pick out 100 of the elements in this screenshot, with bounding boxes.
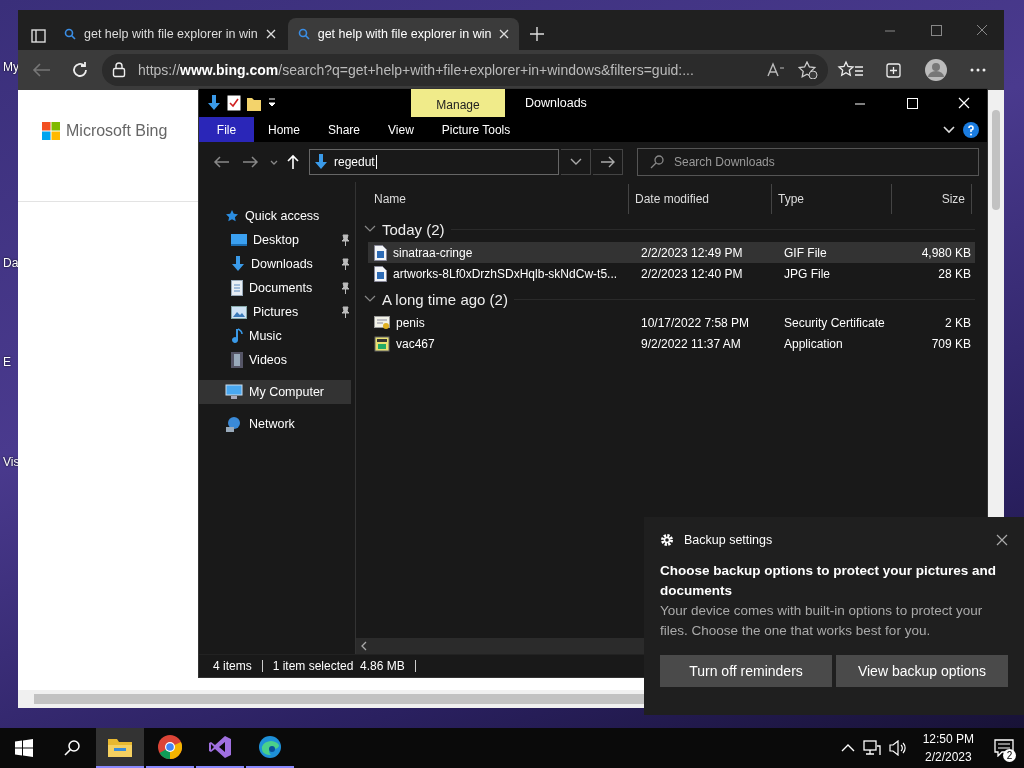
help-icon[interactable] [963,121,979,138]
column-header[interactable]: Type [772,184,892,214]
file-name: penis [396,315,425,330]
computer-icon [225,384,243,400]
nav-item[interactable]: My Computer [199,380,351,404]
chrome-icon[interactable] [158,735,182,759]
search-icon [650,155,664,169]
file-row[interactable]: sinatraa-cringe 2/2/2023 12:49 PM GIF File 4,980 KB [368,242,975,263]
ribbon-tab[interactable]: View [374,117,428,142]
file-name: sinatraa-cringe [393,245,473,260]
properties-icon[interactable] [227,95,241,111]
start-icon[interactable] [15,739,33,757]
document-icon [231,280,243,296]
lock-icon [112,62,126,78]
nav-item[interactable]: Quick access [199,204,351,228]
table-cell: 28 KB [938,266,971,281]
search-field[interactable]: Search Downloads [637,148,979,176]
table-cell: 9/2/2022 11:37 AM [641,336,741,351]
music-note-icon [231,328,243,344]
column-header[interactable]: Date modified [629,184,772,214]
file-name: artworks-8Lf0xDrzhSDxHqlb-skNdCw-t5... [393,266,618,281]
group-header[interactable]: A long time ago (2) [382,290,508,308]
table-cell: 4,980 KB [921,245,971,260]
browser-tab[interactable]: get help with file explorer in win [54,18,286,50]
caret-icon[interactable] [267,97,277,109]
ribbon-tab[interactable]: Home [254,117,314,142]
table-cell: 709 KB [931,336,971,351]
network-icon [225,416,243,432]
table-cell: 2/2/2023 12:49 PM [641,245,743,260]
notification-button[interactable]: View backup options [836,655,1008,687]
nav-item[interactable]: Videos [199,348,351,372]
status-text: 4 items [213,659,252,673]
image-file-icon [374,244,387,261]
pin-icon [339,234,351,246]
desktop-icon-label[interactable]: E [3,355,11,369]
column-header[interactable]: Size [892,184,972,214]
notification-title: Choose backup options to protect your pictures and documents [660,562,998,600]
add-favorite-icon[interactable] [798,61,818,79]
edge-icon[interactable] [258,735,282,759]
file-row[interactable]: vac467 9/2/2022 11:37 AM Application 709 KB [368,333,975,354]
nav-item[interactable]: Downloads [199,252,351,276]
download-arrow-icon [314,154,328,170]
chevron-down-icon[interactable] [943,124,955,135]
pin-icon [339,258,351,270]
search-icon [297,28,310,40]
column-header[interactable]: Name [356,184,629,214]
ribbon-tab[interactable]: Share [314,117,375,142]
chevron-up-icon[interactable] [840,743,855,753]
desktop-icon-label[interactable]: Da [3,256,19,270]
film-icon [231,352,243,368]
group-header[interactable]: Today (2) [382,220,445,238]
nav-item[interactable]: Documents [199,276,351,300]
file-menu-tab[interactable]: File [199,117,254,142]
nav-item[interactable]: Music [199,324,351,348]
file-row[interactable]: penis 10/17/2022 7:58 PM Security Certificate 2 KB [368,312,975,333]
dropdown-caret-icon[interactable] [569,157,582,167]
nav-item[interactable]: Desktop [199,228,351,252]
status-text: 1 item selected 4.86 MB [272,659,405,673]
visual-studio-icon[interactable] [208,735,232,759]
clock[interactable]: 12:50 PM 2/2/2023 [912,728,984,768]
site-logo-text[interactable]: Microsoft Bing [66,122,168,140]
application-icon [374,335,390,352]
desktop-icon [231,233,247,247]
notification-body: Your device comes with built-in options to protect your files. Choose the one that works best for you. [660,602,984,640]
table-cell: Security Certificate [784,315,885,330]
image-file-icon [374,265,387,282]
notification-button[interactable]: Turn off reminders [660,655,832,687]
context-tab-header: Manage [411,89,505,117]
url-text: https://www.bing.com/search?q=get+help+with+file+explorer+in+windows&filters=guid:... [138,62,695,78]
pin-icon [339,306,351,318]
table-cell: Application [784,336,843,351]
pin-icon [339,282,351,294]
table-cell: 2/2/2023 12:40 PM [641,266,743,281]
search-icon[interactable] [63,739,81,757]
window-title: Downloads [525,96,587,110]
ribbon-tab[interactable]: Picture Tools [429,117,523,142]
read-aloud-icon[interactable] [766,62,786,78]
taskbar-app[interactable] [96,728,144,768]
folder-icon[interactable] [247,95,261,111]
file-row[interactable]: artworks-8Lf0xDrzhSDxHqlb-skNdCw-t5... 2/2/2023 12:40 PM JPG File 28 KB [368,263,975,284]
desktop-icon-label[interactable]: My [3,60,19,74]
table-cell: GIF File [784,245,827,260]
action-center-button[interactable]: 2 [984,728,1024,768]
microsoft-logo-icon [42,122,60,140]
table-cell: 2 KB [945,315,971,330]
table-cell: 10/17/2022 7:58 PM [641,315,750,330]
go-arrow-icon[interactable] [599,156,616,168]
speaker-icon[interactable] [888,740,907,756]
browser-tab[interactable]: get help with file explorer in win [287,18,520,50]
network-icon[interactable] [862,740,881,756]
download-arrow-icon[interactable] [207,95,221,111]
file-name: vac467 [396,336,435,351]
close-icon[interactable] [996,534,1008,546]
address-bar[interactable]: https://www.bing.com/search?q=get+help+with+file+explorer+in+windows&filters=guid:... [102,54,828,86]
nav-item[interactable]: Network [199,412,351,436]
chat-bubble-icon [994,739,1014,757]
certificate-icon [374,315,390,330]
address-field[interactable]: regedut [309,149,559,175]
nav-item[interactable]: Pictures [199,300,351,324]
folder-icon[interactable] [108,737,132,757]
